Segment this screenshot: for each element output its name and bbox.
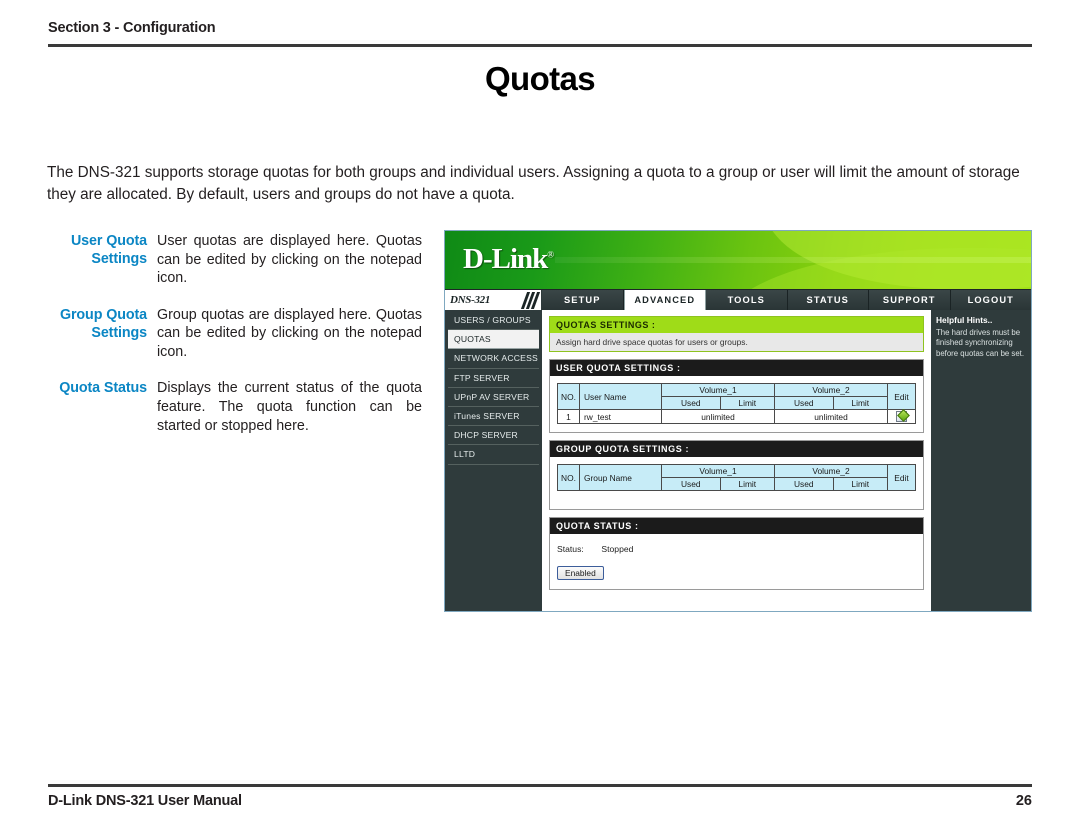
quotas-settings-panel: QUOTAS SETTINGS : Assign hard drive spac… xyxy=(549,316,924,352)
cell-no: 1 xyxy=(557,408,580,425)
group-quota-settings-header: GROUP QUOTA SETTINGS : xyxy=(550,441,923,458)
col-vol1-used: Used xyxy=(661,477,721,492)
sidebar-item-quotas[interactable]: QUOTAS xyxy=(448,330,539,350)
col-vol2-used: Used xyxy=(773,477,834,492)
sidebar-item-dhcp-server[interactable]: DHCP SERVER xyxy=(448,426,539,446)
main-content: QUOTAS SETTINGS : Assign hard drive spac… xyxy=(542,310,931,611)
intro-paragraph: The DNS-321 supports storage quotas for … xyxy=(47,164,1020,204)
group-quota-settings-body: NO. Group Name Volume_1 Volume_2 Edit Us… xyxy=(550,457,923,509)
tab-status[interactable]: STATUS xyxy=(787,290,869,310)
brand-banner: D-Link® xyxy=(445,231,1031,289)
col-volume-1: Volume_1 xyxy=(661,383,775,397)
quotas-settings-description: Assign hard drive space quotas for users… xyxy=(550,333,923,351)
page-title: Quotas xyxy=(484,60,596,97)
notepad-edit-icon[interactable] xyxy=(896,411,907,423)
sidebar-item-network-access[interactable]: NETWORK ACCESS xyxy=(448,349,539,369)
top-navigation-bar: DNS-321 SETUP ADVANCED TOOLS STATUS SUPP… xyxy=(445,289,1031,310)
user-quota-settings-body: NO. User Name Volume_1 Volume_2 Edit Use… xyxy=(550,376,923,432)
user-quota-settings-panel: USER QUOTA SETTINGS : NO. User Name Volu… xyxy=(549,359,924,434)
footer-manual-name: D-Link DNS-321 User Manual xyxy=(48,793,242,809)
description-term: Quota Status xyxy=(59,380,147,397)
col-volume-2: Volume_2 xyxy=(773,383,889,397)
status-row: Status: Stopped xyxy=(557,544,916,554)
sidebar: USERS / GROUPS QUOTAS NETWORK ACCESS FTP… xyxy=(445,310,542,611)
col-vol1-limit: Limit xyxy=(719,396,775,410)
col-vol1-limit: Limit xyxy=(719,477,775,492)
helpful-hints-title: Helpful Hints.. xyxy=(936,315,993,325)
sidebar-item-ftp-server[interactable]: FTP SERVER xyxy=(448,369,539,388)
tab-logout[interactable]: LOGOUT xyxy=(950,290,1031,310)
description-text: Group quotas are displayed here. Quotas … xyxy=(157,306,422,360)
description-term: Group Quota Settings xyxy=(59,306,147,342)
description-item: Group Quota Settings Group quotas are di… xyxy=(47,306,422,362)
quota-status-body: Status: Stopped Enabled xyxy=(550,534,923,589)
footer-divider xyxy=(48,784,1032,787)
banner-streak-icon xyxy=(555,257,1031,263)
description-text: User quotas are displayed here. Quotas c… xyxy=(157,233,422,287)
col-user-name: User Name xyxy=(579,383,662,410)
description-term: User Quota Settings xyxy=(70,233,147,268)
quota-status-header: QUOTA STATUS : xyxy=(550,518,923,535)
col-vol2-used: Used xyxy=(773,396,834,410)
sidebar-item-upnp-av-server[interactable]: UPnP AV SERVER xyxy=(448,388,539,407)
table-row: 1 rw_test unlimited unlimited xyxy=(557,408,916,425)
cell-edit[interactable] xyxy=(887,408,916,425)
group-quota-settings-panel: GROUP QUOTA SETTINGS : NO. Group Name Vo… xyxy=(549,440,924,511)
status-value: Stopped xyxy=(601,544,634,555)
col-volume-2: Volume_2 xyxy=(773,464,889,479)
tab-tools[interactable]: TOOLS xyxy=(706,290,788,310)
enabled-button[interactable]: Enabled xyxy=(557,566,604,581)
col-group-name: Group Name xyxy=(579,464,662,492)
col-no: NO. xyxy=(557,464,580,492)
table-header-row: NO. Group Name Volume_1 Volume_2 Edit xyxy=(557,464,916,492)
table-header-row: NO. User Name Volume_1 Volume_2 Edit xyxy=(557,383,916,410)
cell-volume-1: unlimited xyxy=(661,408,775,425)
sidebar-item-users-groups[interactable]: USERS / GROUPS xyxy=(448,311,539,331)
sidebar-item-itunes-server[interactable]: iTunes SERVER xyxy=(448,407,539,427)
sidebar-item-lltd[interactable]: LLTD xyxy=(448,445,539,465)
description-item: User Quota Settings User quotas are disp… xyxy=(47,232,422,288)
col-vol2-limit: Limit xyxy=(832,396,889,410)
user-quota-settings-header: USER QUOTA SETTINGS : xyxy=(550,360,923,376)
footer-page-number: 26 xyxy=(1015,793,1032,809)
tab-support[interactable]: SUPPORT xyxy=(869,290,951,310)
quota-status-panel: QUOTA STATUS : Status: Stopped Enabled xyxy=(549,517,924,591)
model-name: DNS-321 xyxy=(450,294,491,306)
group-quota-table: NO. Group Name Volume_1 Volume_2 Edit Us… xyxy=(557,464,916,492)
ui-body: USERS / GROUPS QUOTAS NETWORK ACCESS FTP… xyxy=(445,310,1031,611)
header-divider xyxy=(48,44,1032,47)
col-vol2-limit: Limit xyxy=(832,477,889,492)
cell-user-name: rw_test xyxy=(579,408,662,425)
quotas-settings-header: QUOTAS SETTINGS : xyxy=(550,317,923,333)
col-vol1-used: Used xyxy=(661,396,721,410)
manual-page: Section 3 - Configuration Quotas The DNS… xyxy=(0,0,1080,834)
dlink-logo-text: D-Link xyxy=(463,243,548,275)
col-volume-1: Volume_1 xyxy=(661,464,775,479)
col-no: NO. xyxy=(557,383,580,410)
col-edit: Edit xyxy=(887,383,916,410)
description-list: User Quota Settings User quotas are disp… xyxy=(47,232,422,453)
status-label: Status: xyxy=(557,544,584,555)
slash-decoration-icon xyxy=(520,290,541,310)
registered-trademark-icon: ® xyxy=(547,249,555,260)
helpful-hints-panel: Helpful Hints.. The hard drives must be … xyxy=(931,310,1031,611)
device-web-ui-screenshot: D-Link® DNS-321 SETUP ADVANCED TOOLS STA… xyxy=(444,230,1032,612)
tab-advanced[interactable]: ADVANCED xyxy=(623,290,706,310)
col-edit: Edit xyxy=(887,464,916,492)
dlink-logo: D-Link® xyxy=(463,243,554,276)
section-header: Section 3 - Configuration xyxy=(48,20,216,36)
description-text: Displays the current status of the quota… xyxy=(157,380,422,434)
user-quota-table: NO. User Name Volume_1 Volume_2 Edit Use… xyxy=(557,383,916,425)
helpful-hints-text: The hard drives must be finished synchro… xyxy=(936,328,1024,358)
tab-setup[interactable]: SETUP xyxy=(542,290,624,310)
model-badge: DNS-321 xyxy=(445,290,542,310)
description-item: Quota Status Displays the current status… xyxy=(47,379,422,435)
cell-volume-2: unlimited xyxy=(773,408,889,425)
